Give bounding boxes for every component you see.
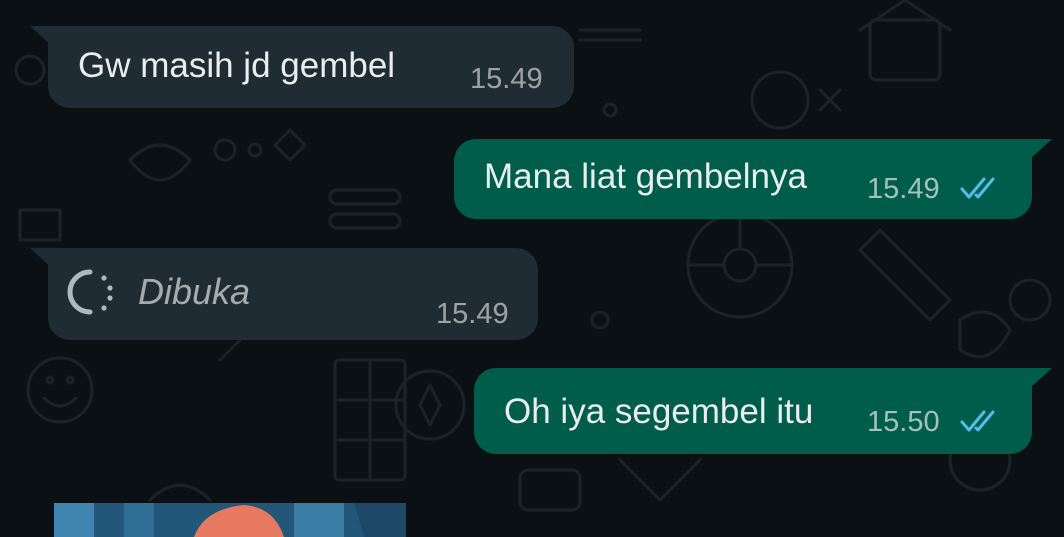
view-once-message-bubble[interactable]: Dibuka 15.49	[48, 248, 538, 340]
bubble-tail	[1030, 139, 1052, 159]
bubble-tail	[30, 26, 52, 46]
message-timestamp: 15.49	[867, 173, 940, 205]
message-text: Gw masih jd gembel	[78, 46, 396, 85]
image-message-preview[interactable]	[54, 503, 406, 537]
message-timestamp: 15.50	[867, 406, 940, 438]
bubble-tail	[30, 248, 52, 268]
message-text: Oh iya segembel itu	[504, 392, 814, 431]
double-check-icon	[960, 410, 995, 432]
message-bubble-outgoing[interactable]: Mana liat gembelnya 15.49	[454, 139, 1032, 219]
message-text: Mana liat gembelnya	[484, 157, 807, 196]
image-thumbnail	[54, 503, 406, 537]
view-once-opened-icon	[67, 269, 113, 315]
view-once-status-text: Dibuka	[138, 271, 251, 312]
bubble-tail	[1030, 368, 1052, 388]
chat-conversation: Gw masih jd gembel 15.49 Mana liat gembe…	[0, 0, 1064, 537]
message-timestamp: 15.49	[436, 298, 509, 330]
message-bubble-outgoing[interactable]: Oh iya segembel itu 15.50	[474, 368, 1032, 454]
message-bubble-incoming[interactable]: Gw masih jd gembel 15.49	[48, 26, 574, 108]
double-check-icon	[960, 177, 995, 199]
message-timestamp: 15.49	[470, 63, 543, 95]
